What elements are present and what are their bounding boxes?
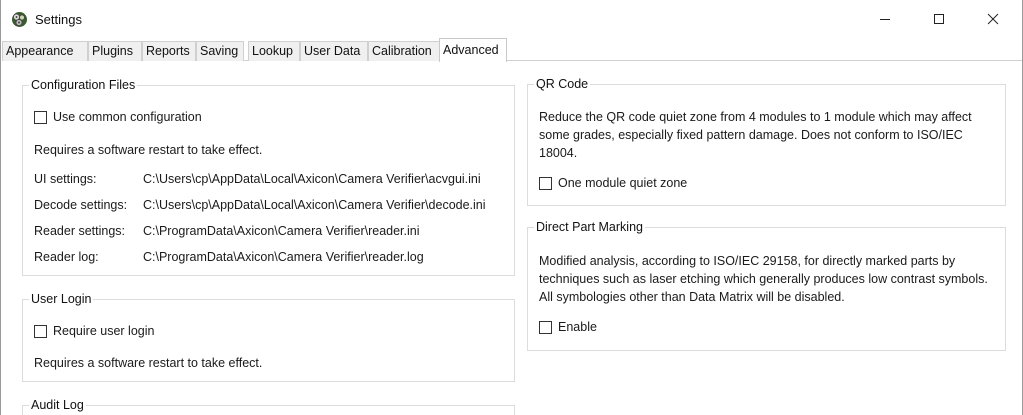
group-title: Configuration Files bbox=[29, 78, 138, 92]
ui-settings-label: UI settings: bbox=[34, 172, 97, 186]
group-title: Audit Log bbox=[29, 398, 86, 412]
tab-calibration[interactable]: Calibration bbox=[368, 41, 440, 61]
decode-settings-label: Decode settings: bbox=[34, 198, 128, 212]
use-common-configuration-checkbox[interactable]: Use common configuration bbox=[34, 110, 202, 124]
direct-part-marking-group: Direct Part Marking Modified analysis, a… bbox=[527, 220, 1006, 351]
tab-strip: Appearance Plugins Reports Saving Lookup… bbox=[2, 38, 1022, 62]
tab-advanced[interactable]: Advanced bbox=[439, 38, 507, 62]
maximize-icon bbox=[934, 14, 944, 24]
tab-plugins[interactable]: Plugins bbox=[88, 41, 142, 61]
checkbox-label: Use common configuration bbox=[53, 110, 202, 124]
one-module-quiet-zone-checkbox[interactable]: One module quiet zone bbox=[539, 176, 687, 190]
restart-note: Requires a software restart to take effe… bbox=[34, 143, 263, 157]
window-title: Settings bbox=[35, 12, 82, 27]
user-login-group: User Login Require user login Requires a… bbox=[22, 292, 515, 382]
checkbox-box[interactable] bbox=[34, 110, 47, 124]
restart-note: Requires a software restart to take effe… bbox=[34, 356, 263, 370]
dpm-description: Modified analysis, according to ISO/IEC … bbox=[539, 254, 988, 304]
require-user-login-checkbox[interactable]: Require user login bbox=[34, 324, 154, 338]
checkbox-label: One module quiet zone bbox=[558, 176, 688, 190]
tab-appearance[interactable]: Appearance bbox=[2, 41, 88, 61]
minimize-icon bbox=[880, 19, 890, 20]
configuration-files-group: Configuration Files Use common configura… bbox=[22, 78, 515, 276]
close-icon bbox=[987, 13, 999, 25]
settings-window: Settings Appearance Plugins Reports Savi… bbox=[0, 0, 1023, 415]
reader-settings-path: C:\ProgramData\Axicon\Camera Verifier\re… bbox=[143, 224, 420, 238]
reader-settings-label: Reader settings: bbox=[34, 224, 126, 238]
decode-settings-path: C:\Users\cp\AppData\Local\Axicon\Camera … bbox=[143, 198, 486, 212]
qr-code-description: Reduce the QR code quiet zone from 4 mod… bbox=[539, 110, 972, 160]
checkbox-box[interactable] bbox=[34, 324, 47, 338]
group-title: User Login bbox=[29, 292, 94, 306]
close-button[interactable] bbox=[970, 0, 1016, 38]
tab-saving[interactable]: Saving bbox=[196, 41, 244, 61]
title-bar[interactable]: Settings bbox=[1, 0, 1022, 38]
gear-cluster-icon bbox=[12, 12, 27, 27]
checkbox-label: Require user login bbox=[53, 324, 155, 338]
checkbox-label: Enable bbox=[558, 320, 597, 334]
tab-user-data[interactable]: User Data bbox=[300, 41, 368, 61]
qr-code-group: QR Code Reduce the QR code quiet zone fr… bbox=[527, 77, 1006, 206]
checkbox-box[interactable] bbox=[539, 320, 552, 334]
ui-settings-path: C:\Users\cp\AppData\Local\Axicon\Camera … bbox=[143, 172, 481, 186]
group-title: Direct Part Marking bbox=[534, 220, 645, 234]
maximize-button[interactable] bbox=[916, 0, 962, 38]
checkbox-box[interactable] bbox=[539, 176, 552, 190]
minimize-button[interactable] bbox=[862, 0, 908, 38]
reader-log-path: C:\ProgramData\Axicon\Camera Verifier\re… bbox=[143, 250, 424, 264]
advanced-tab-panel: Configuration Files Use common configura… bbox=[2, 61, 1022, 415]
audit-log-group: Audit Log bbox=[22, 398, 515, 415]
dpm-enable-checkbox[interactable]: Enable bbox=[539, 320, 597, 334]
tab-reports[interactable]: Reports bbox=[142, 41, 196, 61]
tab-lookup[interactable]: Lookup bbox=[248, 41, 300, 61]
reader-log-label: Reader log: bbox=[34, 250, 99, 264]
group-title: QR Code bbox=[534, 77, 591, 91]
